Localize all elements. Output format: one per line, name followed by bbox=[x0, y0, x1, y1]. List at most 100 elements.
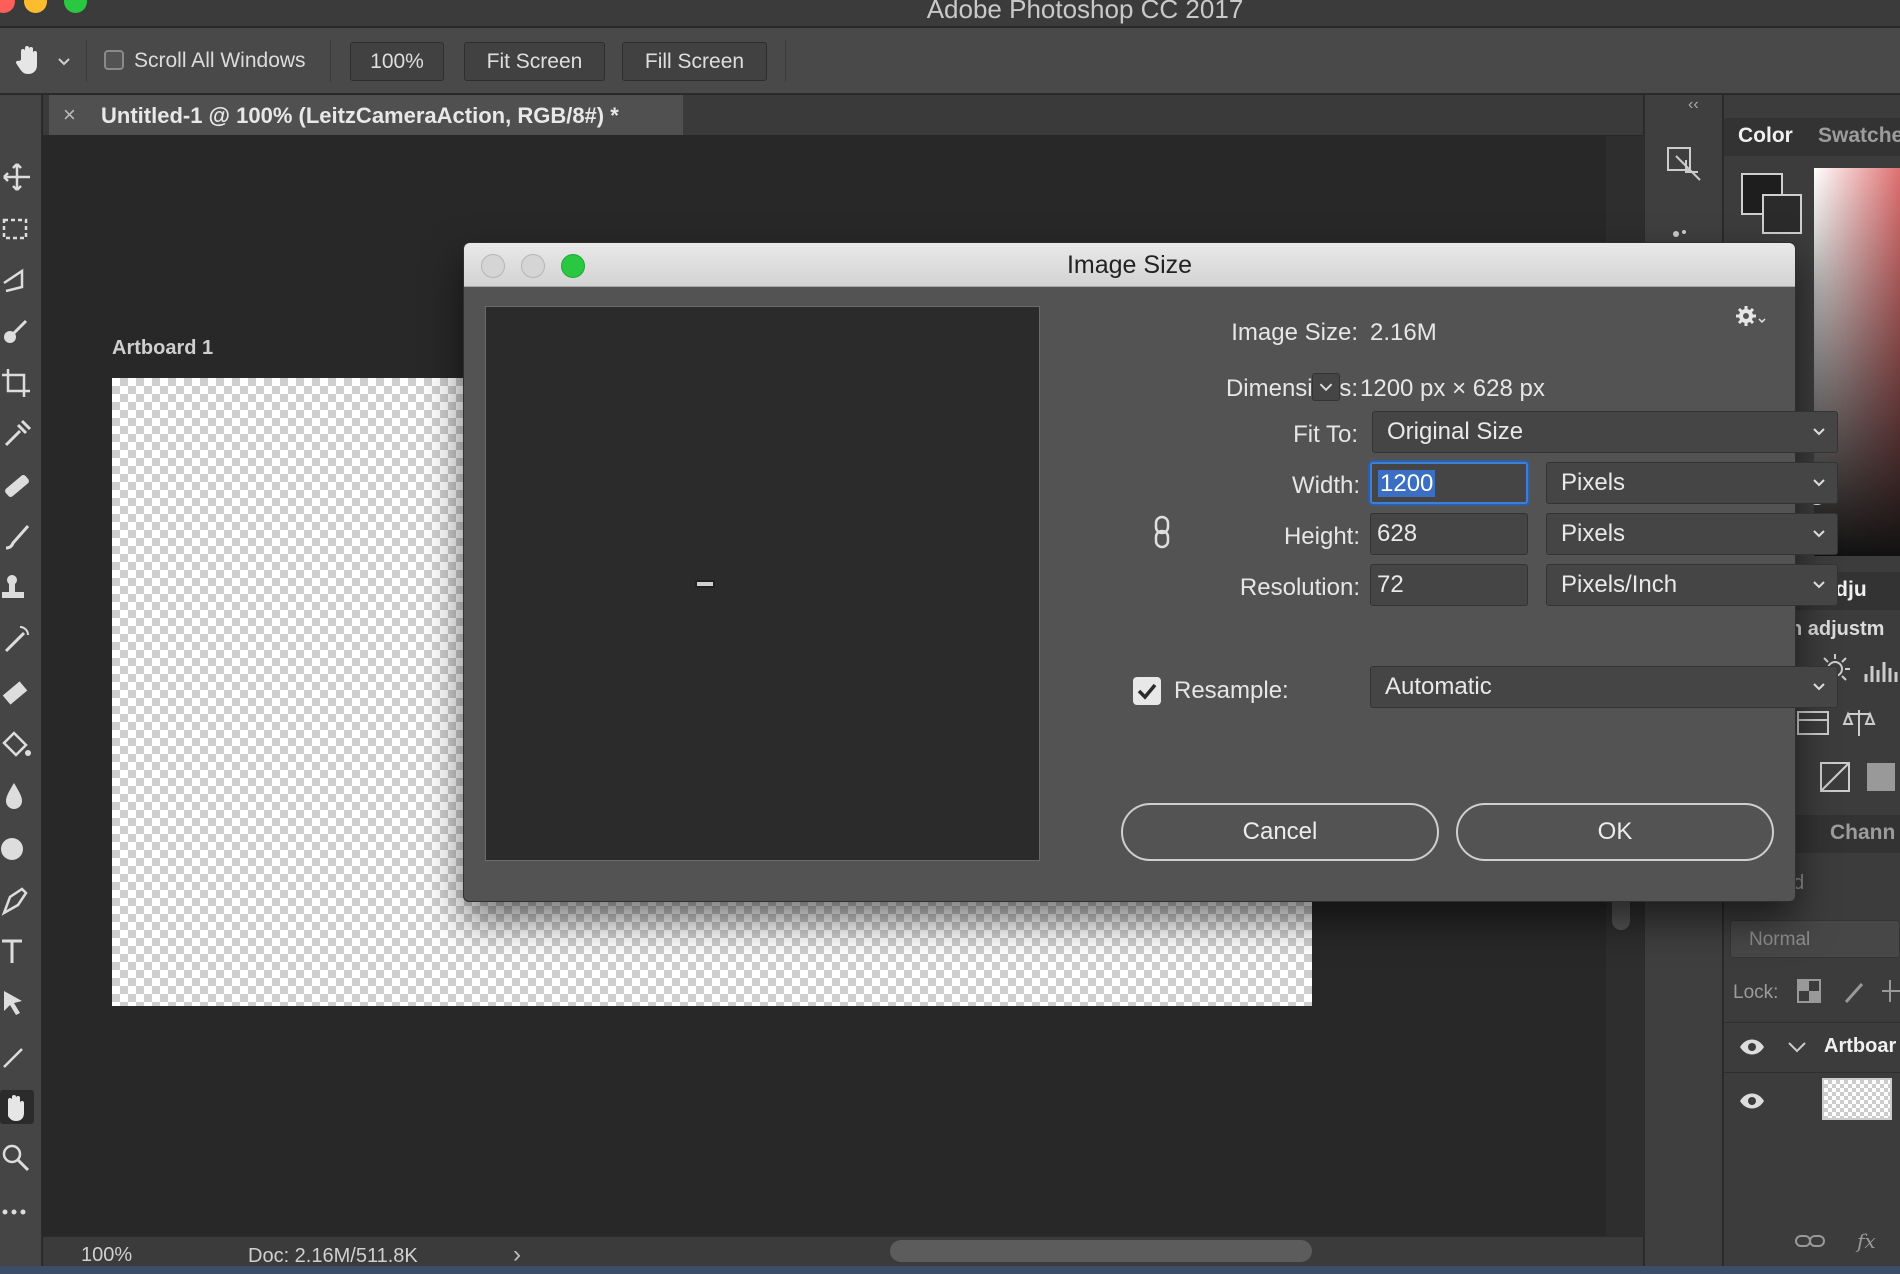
resolution-label: Resolution: bbox=[1239, 574, 1360, 601]
gradient-map-icon[interactable] bbox=[1864, 760, 1898, 794]
chevron-down-icon[interactable] bbox=[1786, 1037, 1808, 1057]
dimensions-value: 1200 px × 628 px bbox=[1360, 375, 1545, 402]
path-selection-tool-icon[interactable] bbox=[0, 987, 34, 1021]
hand-tool-icon[interactable] bbox=[0, 1090, 34, 1124]
type-tool-icon[interactable] bbox=[0, 935, 34, 969]
checkmark-icon bbox=[1137, 683, 1157, 700]
brush-tool-icon[interactable] bbox=[0, 520, 34, 554]
resample-checkbox[interactable] bbox=[1133, 677, 1161, 705]
ok-button[interactable]: OK bbox=[1456, 803, 1774, 861]
resample-label: Resample: bbox=[1174, 677, 1289, 704]
blend-mode-select[interactable]: Normal bbox=[1730, 920, 1900, 958]
visibility-eye-icon[interactable] bbox=[1738, 1035, 1766, 1059]
chevron-down-icon bbox=[1813, 530, 1825, 538]
background-color-swatch[interactable] bbox=[1762, 194, 1802, 234]
blur-tool-icon[interactable] bbox=[0, 779, 34, 813]
line-tool-icon[interactable] bbox=[0, 1039, 34, 1073]
artboard-label[interactable]: Artboard 1 bbox=[112, 337, 213, 360]
width-label: Width: bbox=[1291, 472, 1360, 499]
pen-tool-icon[interactable] bbox=[0, 883, 34, 917]
sponge-tool-icon[interactable] bbox=[0, 831, 34, 865]
artboard-history-icon[interactable] bbox=[1662, 140, 1706, 184]
crop-tool-icon[interactable] bbox=[0, 367, 34, 401]
dialog-title: Image Size bbox=[1066, 251, 1193, 279]
resolution-unit-dropdown[interactable]: Pixels/Inch bbox=[1546, 564, 1838, 606]
invert-icon[interactable] bbox=[1818, 760, 1852, 794]
gear-icon[interactable] bbox=[1734, 303, 1768, 329]
horizontal-scroll-thumb[interactable] bbox=[890, 1240, 1312, 1262]
visibility-eye-icon[interactable] bbox=[1738, 1089, 1766, 1113]
resolution-input[interactable]: 72 bbox=[1370, 564, 1528, 606]
quick-selection-tool-icon[interactable] bbox=[0, 315, 34, 349]
move-tool-icon[interactable] bbox=[0, 160, 34, 194]
zoom-level[interactable]: 100% bbox=[81, 1244, 132, 1267]
resample-method-dropdown[interactable]: Automatic bbox=[1370, 666, 1838, 708]
document-tab[interactable]: × Untitled-1 @ 100% (LeitzCameraAction, … bbox=[49, 95, 683, 135]
eyedropper-tool-icon[interactable] bbox=[0, 417, 34, 451]
eraser-tool-icon[interactable] bbox=[0, 675, 34, 709]
lock-transparent-pixels-icon[interactable] bbox=[1796, 978, 1822, 1004]
layer-style-fx-icon[interactable]: fx bbox=[1854, 1226, 1884, 1256]
color-balance-icon[interactable] bbox=[1842, 706, 1876, 740]
image-preview[interactable] bbox=[485, 306, 1040, 861]
marquee-tool-icon[interactable] bbox=[0, 212, 34, 246]
fit-to-label: Fit To: bbox=[1293, 421, 1358, 448]
paint-bucket-tool-icon[interactable] bbox=[0, 727, 34, 761]
width-unit-dropdown[interactable]: Pixels bbox=[1546, 462, 1838, 504]
tab-channels[interactable]: Chann bbox=[1830, 821, 1895, 845]
height-value: 628 bbox=[1377, 520, 1418, 547]
height-unit-value: Pixels bbox=[1561, 520, 1626, 547]
link-layers-icon[interactable] bbox=[1794, 1228, 1826, 1254]
dimensions-unit-dropdown[interactable] bbox=[1312, 373, 1340, 401]
chevron-down-icon[interactable] bbox=[56, 54, 72, 70]
lasso-tool-icon[interactable] bbox=[0, 263, 34, 297]
more-tools-icon[interactable] bbox=[0, 1195, 34, 1229]
image-size-dialog: Image Size Image Size: 2.16M Dimensions:… bbox=[463, 242, 1838, 902]
height-input[interactable]: 628 bbox=[1370, 513, 1528, 555]
zoom-tool-icon[interactable] bbox=[0, 1142, 34, 1176]
width-unit-value: Pixels bbox=[1561, 469, 1626, 496]
divider bbox=[86, 40, 87, 82]
levels-icon[interactable] bbox=[1864, 652, 1898, 686]
fit-to-dropdown[interactable]: Original Size bbox=[1372, 411, 1838, 453]
image-size-value: 2.16M bbox=[1370, 319, 1437, 346]
scroll-all-windows-checkbox[interactable] bbox=[104, 50, 124, 70]
document-tab-title: Untitled-1 @ 100% (LeitzCameraAction, RG… bbox=[101, 103, 619, 128]
layer-thumbnail[interactable] bbox=[1822, 1078, 1892, 1120]
chevron-down-icon bbox=[1813, 683, 1825, 691]
hand-tool-preset-icon[interactable] bbox=[12, 42, 46, 76]
adjustments-hint: n adjustm bbox=[1790, 618, 1885, 640]
dialog-title-bar: Image Size bbox=[464, 243, 1795, 287]
options-bar: Scroll All Windows 100% Fit Screen Fill … bbox=[0, 28, 1900, 94]
lock-position-icon[interactable] bbox=[1880, 978, 1900, 1004]
title-bar: Adobe Photoshop CC 2017 bbox=[0, 0, 1900, 27]
history-brush-tool-icon[interactable] bbox=[0, 623, 34, 657]
lock-label: Lock: bbox=[1733, 982, 1779, 1003]
tab-swatches[interactable]: Swatche bbox=[1818, 124, 1900, 148]
tab-color[interactable]: Color bbox=[1738, 124, 1793, 148]
background-window-strip bbox=[0, 1266, 1900, 1274]
fill-screen-button[interactable]: Fill Screen bbox=[622, 42, 767, 81]
zoom-100-button[interactable]: 100% bbox=[350, 42, 444, 81]
clone-stamp-tool-icon[interactable] bbox=[0, 572, 34, 606]
resample-method-value: Automatic bbox=[1385, 673, 1492, 700]
chevron-down-icon bbox=[1813, 581, 1825, 589]
color-panel-tabs: Color Swatche bbox=[1724, 118, 1900, 156]
width-value: 1200 bbox=[1378, 470, 1436, 497]
layer-row-artboard[interactable]: Artboar bbox=[1724, 1022, 1900, 1072]
width-input[interactable]: 1200 bbox=[1370, 462, 1528, 504]
exposure-icon[interactable] bbox=[1796, 706, 1830, 740]
height-unit-dropdown[interactable]: Pixels bbox=[1546, 513, 1838, 555]
fit-screen-button[interactable]: Fit Screen bbox=[464, 42, 605, 81]
status-menu-arrow-icon[interactable]: › bbox=[513, 1241, 521, 1269]
divider bbox=[785, 40, 786, 82]
preview-content bbox=[695, 580, 715, 588]
cancel-button[interactable]: Cancel bbox=[1121, 803, 1439, 861]
collapse-panels-icon[interactable]: ‹‹ bbox=[1688, 96, 1699, 114]
scroll-all-windows-label: Scroll All Windows bbox=[134, 49, 306, 72]
document-info: Doc: 2.16M/511.8K bbox=[248, 1245, 418, 1267]
close-tab-icon[interactable]: × bbox=[63, 102, 83, 127]
healing-brush-tool-icon[interactable] bbox=[0, 469, 34, 503]
lock-image-pixels-icon[interactable] bbox=[1842, 978, 1868, 1004]
layer-name[interactable]: Artboar bbox=[1824, 1035, 1896, 1058]
